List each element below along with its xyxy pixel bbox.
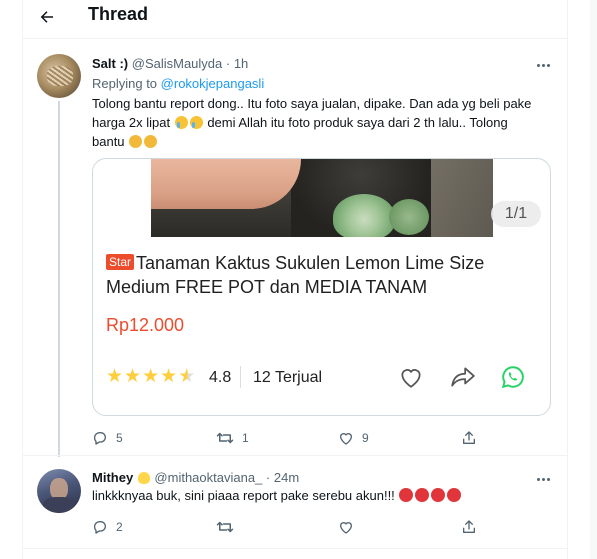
thread-connector [58,101,60,457]
disappointed-face-icon [144,135,158,148]
whatsapp-icon [501,366,524,389]
star-badge: Star [106,254,135,270]
like-count: 9 [362,431,369,445]
loudly-crying-face-icon [174,116,188,129]
share-tweet-button[interactable] [461,519,477,535]
tweet-divider [23,548,567,549]
avatar[interactable] [37,54,81,98]
upload-icon [463,431,475,444]
reply-count: 5 [116,431,123,445]
pouting-face-icon [431,488,446,502]
tweet-text: linkkknyaa buk, sini piaaa report pake s… [92,488,462,503]
retweet-button[interactable]: 1 [216,430,249,446]
pouting-face-icon [415,488,430,502]
arrow-left-icon [40,11,53,23]
star-icon: ★ [142,366,160,387]
sidebar-edge [590,0,597,559]
replying-to-link[interactable]: @rokokjepangasli [161,76,265,91]
retweet-count: 1 [242,431,249,445]
tweet-author-line: Salt :) @SalisMaulyda · 1h [92,56,248,71]
user-handle[interactable]: @SalisMaulyda [132,56,223,71]
right-column-border [567,0,568,559]
sold-count: 12 Terjual [253,369,323,386]
tweet-text: Tolong bantu report dong.. Itu foto saya… [92,94,542,151]
thread-header: Thread [23,0,567,34]
replying-to: Replying to @rokokjepangasli [92,76,264,91]
tweet-author-line: Mithey @mithaoktaviana_ · 24m [92,470,299,485]
reply-button[interactable]: 2 [92,519,123,535]
favorite-button[interactable] [397,364,425,390]
product-title[interactable]: Star Tanaman Kaktus Sukulen Lemon Lime Si… [106,251,536,299]
star-icon: ★ [160,366,178,387]
star-icon: ★ [106,366,124,387]
more-options-button[interactable] [532,58,554,72]
reply-button[interactable]: 5 [92,430,123,446]
user-handle[interactable]: @mithaoktaviana_ [154,470,262,485]
reply-text: linkkknyaa buk, sini piaaa report pake s… [92,488,395,503]
product-image[interactable] [151,159,493,237]
heart-icon [339,433,353,445]
like-button[interactable]: 9 [338,430,369,446]
share-tweet-button[interactable] [461,430,477,446]
header-divider [23,38,567,39]
product-price: Rp12.000 [106,315,185,335]
upload-icon [463,520,475,533]
product-title-text: Tanaman Kaktus Sukulen Lemon Lime Size M… [106,253,485,297]
retweet-button[interactable] [216,519,234,535]
reply-count: 2 [116,520,123,534]
avatar[interactable] [37,469,81,513]
rating-divider [240,366,241,388]
more-options-button[interactable] [532,472,554,486]
disappointed-face-icon [129,135,143,148]
back-button[interactable] [35,5,59,29]
tweet-divider [23,455,567,456]
display-name[interactable]: Mithey [92,470,133,485]
comment-icon [93,521,106,534]
heart-icon [339,522,353,534]
heart-icon [401,369,421,388]
rating-stars: ★ ★ ★ ★ ★ [106,366,195,388]
rating-value: 4.8 [209,369,232,386]
like-button[interactable] [338,519,354,535]
whatsapp-button[interactable] [499,364,527,390]
half-star-icon: ★ [178,366,196,387]
image-counter: 1/1 [491,201,541,227]
page-title: Thread [88,4,149,24]
pouting-face-icon [447,488,462,502]
pouting-face-icon [399,488,414,502]
product-card[interactable]: 1/1 Star Tanaman Kaktus Sukulen Lemon Lim… [92,158,551,416]
display-name[interactable]: Salt :) [92,56,128,71]
retweet-icon [216,521,234,533]
hatching-chick-icon [137,472,150,484]
replying-label: Replying to [92,76,158,91]
loudly-crying-face-icon [189,116,203,129]
left-column-border [22,0,23,559]
star-icon: ★ [124,366,142,387]
tweet-time[interactable]: · 1h [226,56,248,71]
share-button[interactable] [449,364,477,390]
comment-icon [93,432,106,445]
share-icon [451,367,475,387]
retweet-icon [216,432,234,444]
tweet-time[interactable]: · 24m [266,470,299,485]
